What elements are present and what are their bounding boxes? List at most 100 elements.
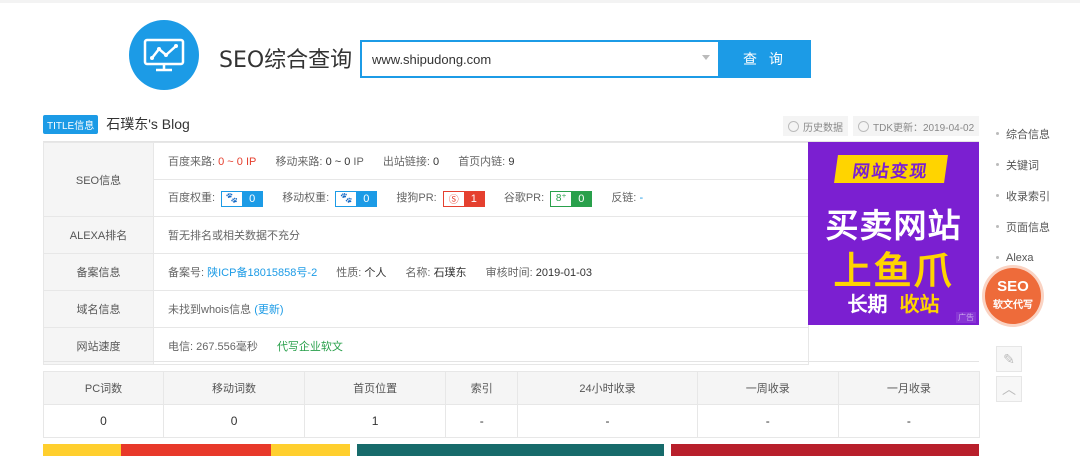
- stats-header: 移动词数: [163, 371, 306, 405]
- icp-type-label: 性质:: [336, 267, 362, 279]
- dropdown-caret-icon[interactable]: [702, 55, 710, 60]
- icp-label: 备案信息: [43, 253, 154, 291]
- domain-label: 域名信息: [43, 290, 154, 328]
- edit-icon[interactable]: ✎: [996, 346, 1022, 372]
- bullet-icon: [996, 225, 999, 228]
- speed-label: 网站速度: [43, 327, 154, 365]
- speed-value: 电信: 267.556毫秒: [168, 341, 258, 353]
- history-label: 历史数据: [803, 122, 843, 134]
- search-input[interactable]: [362, 42, 692, 76]
- stats-header: 首页位置: [304, 371, 447, 405]
- google-pr-value: 0: [571, 191, 592, 206]
- sogou-pr-value: 1: [463, 191, 484, 206]
- search-button[interactable]: 查 询: [719, 40, 811, 78]
- side-nav: 综合信息 关键词 收录索引 页面信息 Alexa: [996, 118, 1050, 273]
- alexa-value: 暂无排名或相关数据不充分: [153, 216, 809, 254]
- site-title-row: TITLE信息 石璞东's Blog: [43, 114, 190, 134]
- sogou-icon: Ⓢ: [443, 191, 464, 206]
- 24h-index-value: -: [517, 404, 698, 438]
- sidenav-label: 页面信息: [1006, 221, 1050, 234]
- baidu-weight-value: 0: [242, 191, 263, 206]
- page-title: SEO综合查询: [219, 48, 353, 73]
- sidenav-label: 综合信息: [1006, 128, 1050, 141]
- google-pr-label: 谷歌PR:: [503, 192, 545, 205]
- icp-no-link[interactable]: 陕ICP备18015858号-2: [207, 267, 317, 279]
- tdk-label: TDK更新：2019-04-02: [873, 122, 975, 134]
- back-to-top-icon[interactable]: ︿: [996, 376, 1022, 402]
- history-icon: [788, 120, 799, 132]
- baidu-traffic-label: 百度来路:: [168, 156, 216, 168]
- ad-tag: 广告: [956, 312, 976, 323]
- search-box: [360, 40, 720, 78]
- title-badge: TITLE信息: [43, 114, 99, 134]
- stats-header-row: PC词数 移动词数 首页位置 索引 24小时收录 一周收录 一月收录: [42, 371, 981, 405]
- sidenav-item-overview[interactable]: 综合信息: [996, 118, 1050, 149]
- pc-words-value[interactable]: 0: [42, 404, 165, 438]
- ad-line3: 上鱼爪: [833, 249, 954, 293]
- sidenav-item-keywords[interactable]: 关键词: [996, 149, 1050, 180]
- mobile-traffic-value[interactable]: 0 ~ 0: [326, 156, 351, 168]
- backlinks-label: 反链:: [611, 192, 637, 205]
- stats-header: 一月收录: [837, 371, 981, 405]
- bullet-icon: [996, 163, 999, 166]
- baidu-weight-label: 百度权重:: [168, 192, 216, 205]
- outlinks-value[interactable]: 0: [433, 156, 439, 168]
- ad-banner[interactable]: 网站变现 买卖网站 上鱼爪 长期 收站 广告: [808, 142, 979, 325]
- ad-line4a: 长期: [847, 292, 888, 316]
- mobile-words-value[interactable]: 0: [163, 404, 306, 438]
- inlinks-value[interactable]: 9: [508, 156, 514, 168]
- mobile-weight-value: 0: [356, 191, 377, 206]
- baidu-weight-badge[interactable]: 🐾 0: [221, 190, 264, 207]
- stats-header: 24小时收录: [517, 371, 698, 405]
- stats-table: PC词数 移动词数 首页位置 索引 24小时收录 一周收录 一月收录 0 0 1…: [42, 371, 981, 438]
- seo-info-label: SEO信息: [43, 142, 154, 217]
- homepage-position-value: 1: [304, 404, 447, 438]
- paw-icon: 🐾: [336, 191, 357, 206]
- month-index-value: -: [837, 404, 981, 438]
- inlinks-label: 首页内链:: [458, 156, 506, 168]
- softtext-link[interactable]: 代写企业软文: [277, 341, 343, 353]
- ip-unit: IP: [245, 156, 257, 168]
- icp-name-value: 石璞东: [433, 267, 467, 279]
- banner-ad-1[interactable]: [43, 444, 350, 456]
- domain-value: 未找到whois信息: [168, 304, 252, 316]
- sidenav-item-page-info[interactable]: 页面信息: [996, 211, 1050, 242]
- seo-float-badge[interactable]: SEO 软文代写: [985, 268, 1041, 324]
- float-line2: 软文代写: [993, 300, 1033, 311]
- mobile-weight-label: 移动权重:: [282, 192, 330, 205]
- icp-type-value: 个人: [364, 267, 387, 279]
- ad-line4: 长期 收站: [808, 288, 979, 317]
- logo[interactable]: [129, 20, 199, 90]
- whois-update-link[interactable]: (更新): [254, 304, 283, 316]
- outlinks-label: 出站链接:: [382, 156, 430, 168]
- float-line1: SEO: [997, 278, 1029, 295]
- site-title: 石璞东's Blog: [106, 116, 190, 132]
- tdk-update-button[interactable]: TDK更新：2019-04-02: [853, 116, 980, 136]
- domain-cell: 未找到whois信息 (更新): [153, 290, 809, 328]
- banner-ad-2[interactable]: [357, 444, 664, 456]
- paw-icon: 🐾: [222, 191, 243, 206]
- refresh-icon: [858, 120, 869, 132]
- google-plus-icon: 8⁺: [551, 191, 572, 206]
- bullet-icon: [996, 194, 999, 197]
- backlinks-value[interactable]: -: [639, 192, 643, 204]
- icp-name-label: 名称:: [405, 267, 431, 279]
- stats-header: 一周收录: [696, 371, 839, 405]
- seo-info-table: SEO信息 百度来路: 0 ~ 0 IP 移动来路: 0 ~ 0 IP 出站链接…: [43, 142, 809, 365]
- bullet-icon: [996, 256, 999, 259]
- sidenav-label: 关键词: [1006, 159, 1039, 172]
- seo-traffic-cell: 百度来路: 0 ~ 0 IP 移动来路: 0 ~ 0 IP 出站链接: 0 首页…: [153, 142, 809, 180]
- history-data-button[interactable]: 历史数据: [783, 116, 848, 136]
- mobile-traffic-label: 移动来路:: [275, 156, 323, 168]
- google-pr-badge[interactable]: 8⁺ 0: [550, 190, 593, 207]
- sidenav-item-index[interactable]: 收录索引: [996, 180, 1050, 211]
- mobile-weight-badge[interactable]: 🐾 0: [335, 190, 378, 207]
- icp-time-label: 审核时间:: [485, 267, 533, 279]
- banner-ad-3[interactable]: [671, 444, 979, 456]
- icp-time-value: 2019-01-03: [535, 267, 593, 279]
- seo-weight-cell: 百度权重: 🐾 0 移动权重: 🐾 0 搜狗PR: Ⓢ 1 谷歌PR: 8⁺ 0 反链:…: [153, 179, 809, 217]
- icp-no-label: 备案号:: [168, 267, 205, 279]
- speed-cell: 电信: 267.556毫秒 代写企业软文: [153, 327, 809, 365]
- sogou-pr-badge[interactable]: Ⓢ 1: [442, 190, 485, 207]
- baidu-traffic-value[interactable]: 0 ~ 0: [218, 156, 243, 168]
